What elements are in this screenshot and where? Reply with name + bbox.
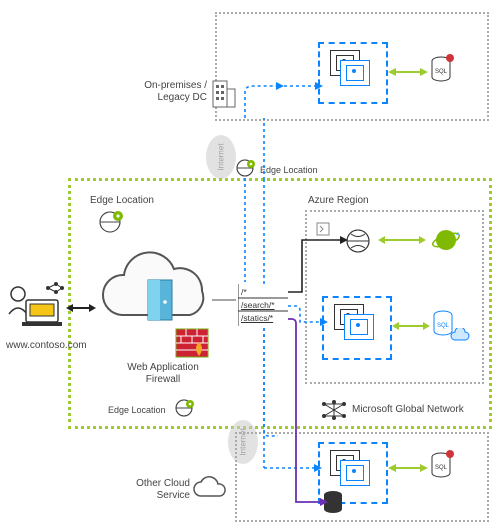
routing-lines [0, 0, 500, 530]
